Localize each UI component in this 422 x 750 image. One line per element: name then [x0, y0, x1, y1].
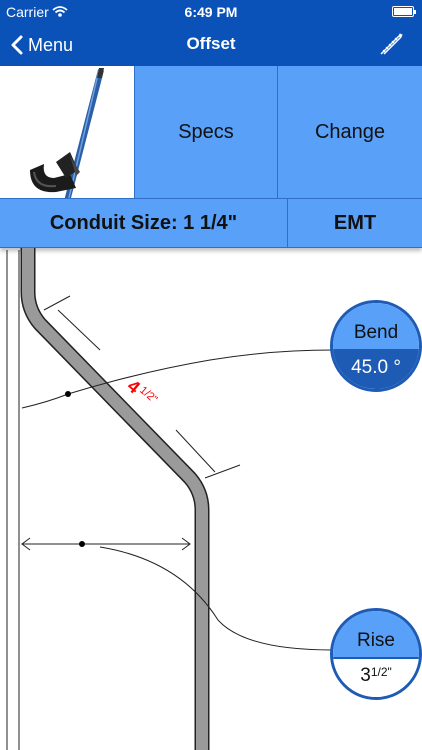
specs-label: Specs	[178, 120, 234, 143]
menu-back-button[interactable]: Menu	[10, 32, 73, 58]
back-chevron-icon	[11, 35, 23, 55]
battery-icon	[392, 6, 416, 17]
status-bar: Carrier 6:49 PM	[0, 0, 422, 24]
navigation-bar: Menu Offset	[0, 24, 422, 66]
conduit-size-button[interactable]: Conduit Size: 1 1/4"	[0, 199, 287, 247]
specs-button[interactable]: Specs	[134, 66, 277, 198]
tape-measure-icon[interactable]	[378, 32, 404, 58]
rise-fraction: 1/2"	[370, 665, 392, 679]
extension-line-top	[43, 295, 71, 311]
rise-whole: 3	[360, 665, 371, 686]
conduit-pipe	[22, 248, 208, 750]
bend-leader-dot	[65, 391, 71, 397]
rise-value: 3 1/2"	[333, 659, 419, 697]
rise-label: Rise	[333, 611, 419, 657]
bend-label: Bend	[333, 303, 419, 349]
change-label: Change	[314, 120, 386, 143]
conduit-size-bar: Conduit Size: 1 1/4" EMT	[0, 198, 422, 248]
rise-leader-line	[99, 546, 333, 651]
pipe-bender-tool-image	[0, 66, 134, 245]
length-fraction: 1/2"	[137, 384, 159, 406]
status-time: 6:49 PM	[184, 4, 238, 20]
rise-control[interactable]: Rise 3 1/2"	[330, 608, 422, 700]
conduit-pipe-outline	[20, 248, 210, 750]
conduit-type-button[interactable]: EMT	[288, 199, 422, 247]
bend-value: 45.0 °	[333, 351, 419, 389]
menu-back-label: Menu	[28, 34, 74, 55]
change-button[interactable]: Change	[277, 66, 422, 198]
bend-angle-control[interactable]: Bend 45.0 °	[330, 300, 422, 392]
rise-leader-dot	[79, 541, 85, 547]
